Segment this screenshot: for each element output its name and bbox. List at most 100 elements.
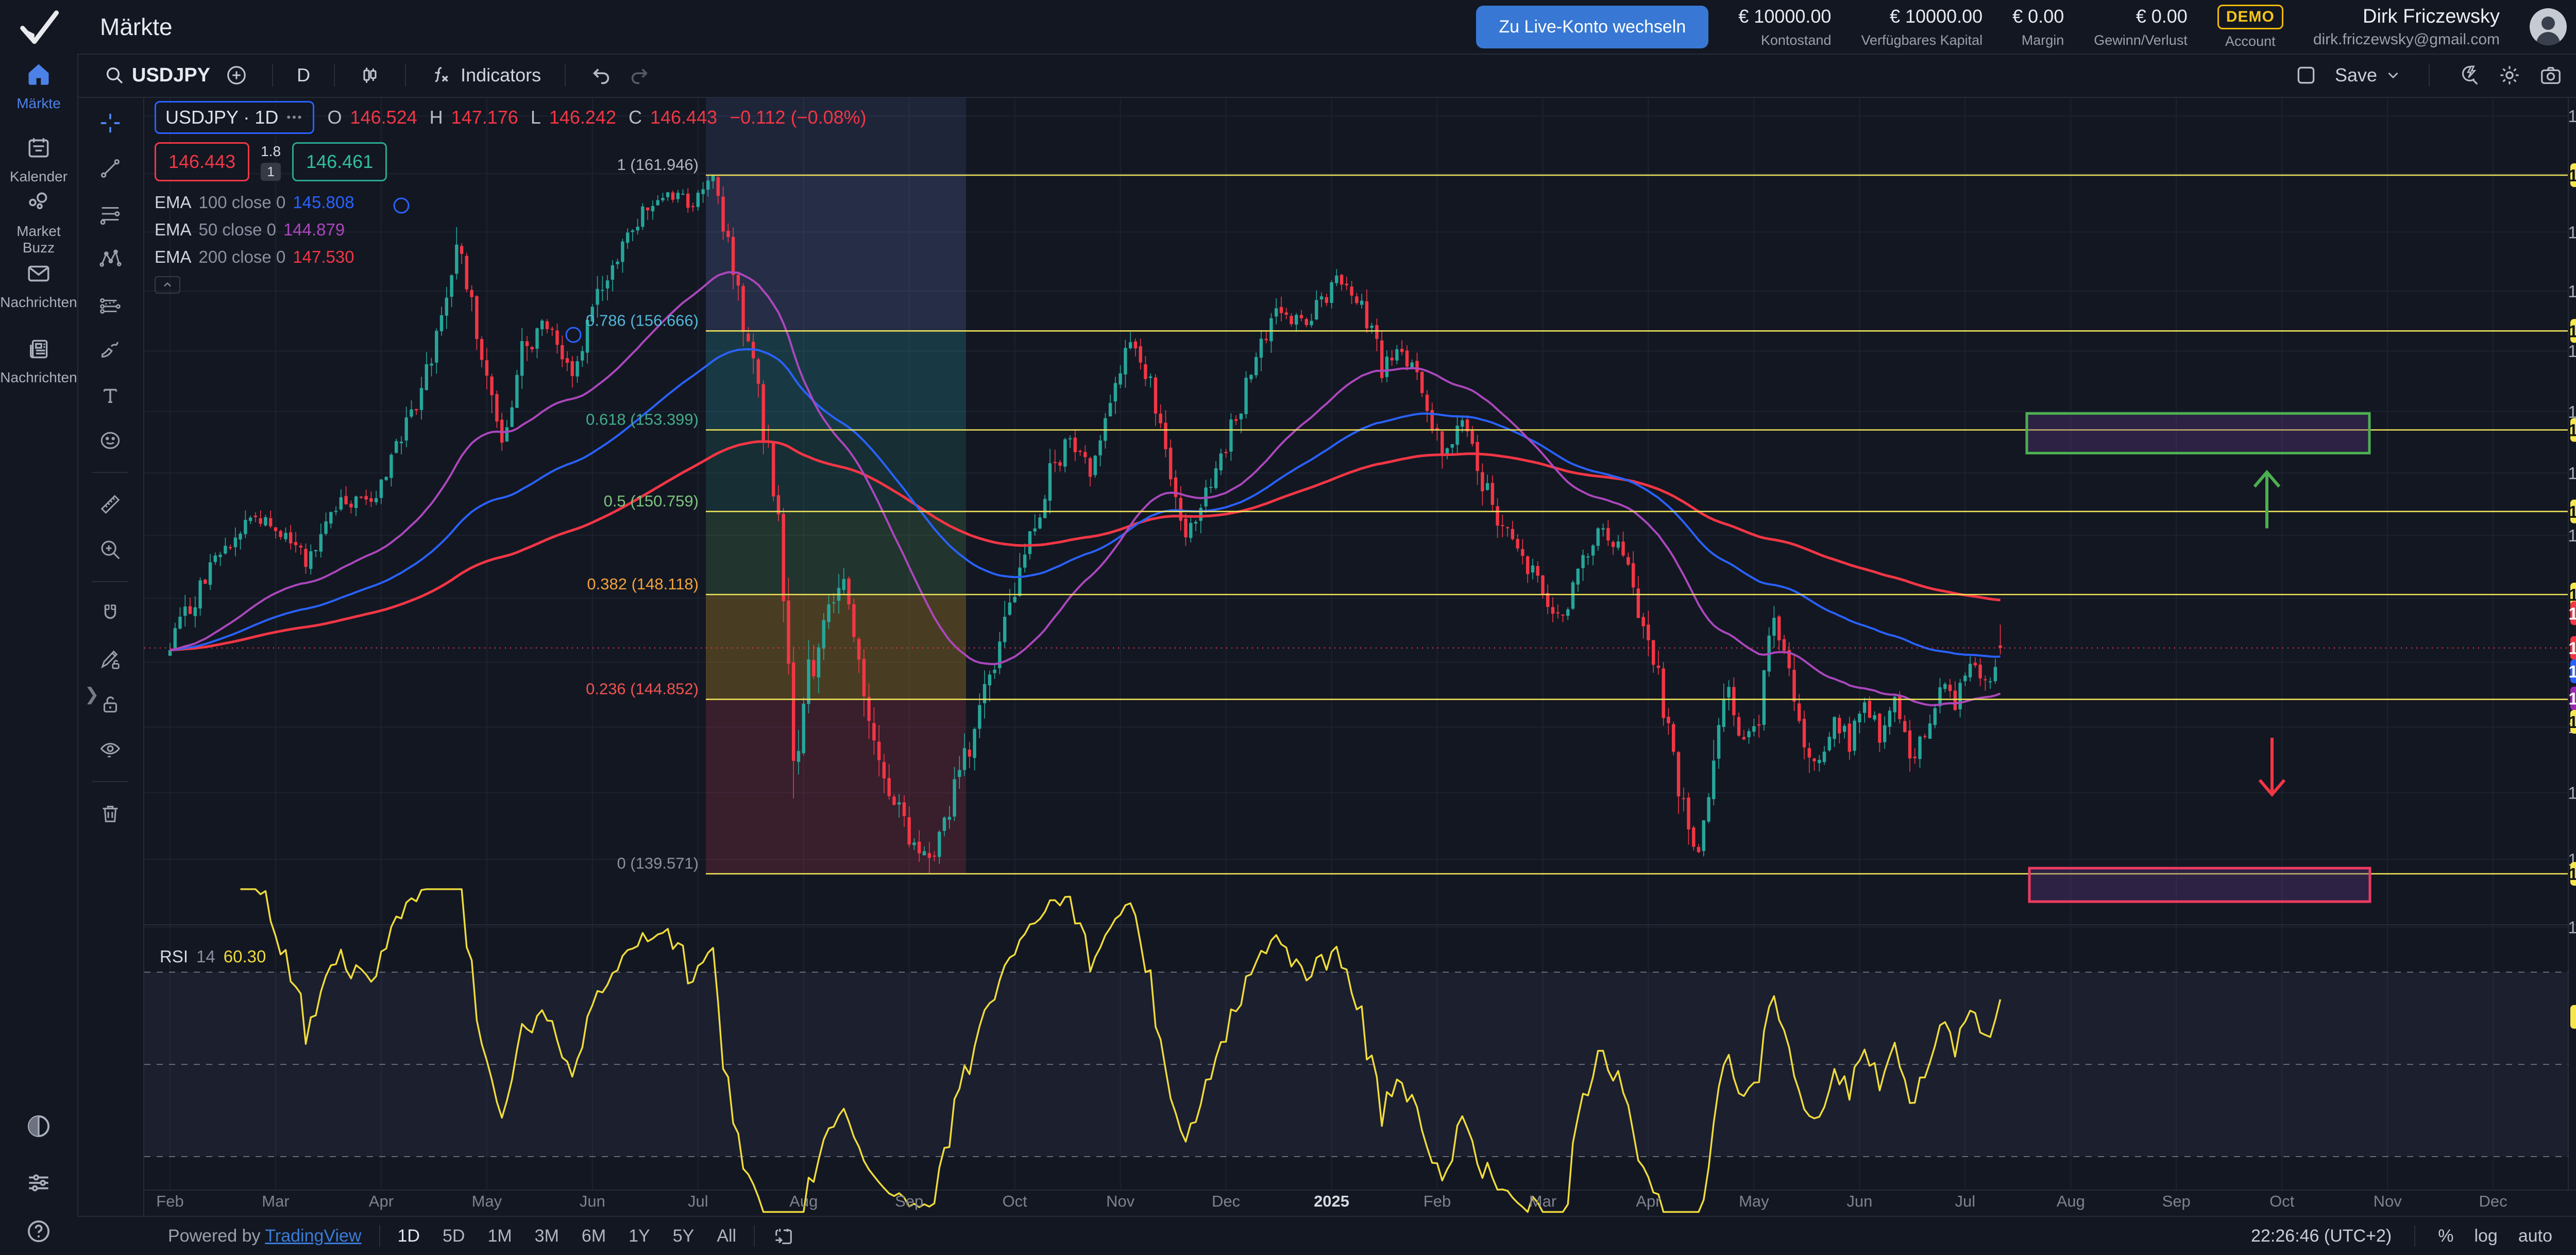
projection-tool-button[interactable] (94, 289, 126, 320)
indicators-label: Indicators (461, 64, 541, 86)
scale-button-%[interactable]: % (2438, 1226, 2453, 1246)
bolt-search-icon (2456, 63, 2480, 87)
brand-logo[interactable] (0, 0, 77, 54)
quantity-field[interactable]: 1 (261, 163, 280, 181)
toolbar-divider (92, 781, 128, 782)
sidebar-item-nachrichten-news[interactable]: Nachrichten (0, 336, 77, 386)
screenshot-button[interactable] (2539, 63, 2563, 87)
price-badges: 161.946156.666153.399150.759148.118147.5… (2568, 163, 2576, 886)
preferences-button[interactable] (0, 1168, 77, 1200)
toolbar-divider (379, 1225, 380, 1247)
sidebar-item-kalender[interactable]: Kalender (0, 135, 77, 185)
ema-params: 50 close 0 (199, 220, 276, 240)
crosshair-icon (98, 111, 122, 135)
sidebar-item-market-buzz[interactable]: Market Buzz (0, 190, 77, 256)
target-box-up (2027, 414, 2369, 453)
chart-area[interactable]: 1 (161.946)0.786 (156.666)0.618 (153.399… (144, 98, 2576, 1216)
range-button-5y[interactable]: 5Y (673, 1226, 694, 1246)
fib-retracement-tool-button[interactable] (94, 198, 126, 230)
trash-icon (98, 802, 122, 825)
svg-text:Apr: Apr (369, 1192, 394, 1210)
redo-button[interactable] (628, 63, 651, 87)
clock-timezone[interactable]: 22:26:46 (UTC+2) (2251, 1226, 2392, 1246)
interval-button[interactable]: D (297, 64, 310, 86)
range-button-all[interactable]: All (717, 1226, 736, 1246)
more-options-icon[interactable]: ••• (286, 111, 303, 124)
crosshair-tool-button[interactable] (94, 107, 126, 139)
layout-button[interactable] (2295, 64, 2317, 87)
legend-symbol-button[interactable]: USDJPY · 1D ••• (155, 101, 314, 134)
sidebar-item-maerkte[interactable]: Märkte (0, 61, 77, 112)
range-button-6m[interactable]: 6M (582, 1226, 606, 1246)
magnet-icon (98, 602, 122, 625)
text-tool-button[interactable] (94, 379, 126, 411)
scale-button-auto[interactable]: auto (2518, 1226, 2552, 1246)
powered-prefix: Powered by (168, 1226, 261, 1246)
bottom-toolbar: Powered by TradingView 1D 5D 1M 3M 6M 1Y 5Y All… (77, 1216, 2576, 1255)
margin-value: € 0.00 (2012, 6, 2064, 27)
emoji-tool-button[interactable] (94, 425, 126, 456)
symbol-label: USDJPY (132, 64, 210, 87)
svg-text:0.618 (153.399): 0.618 (153.399) (586, 411, 699, 429)
sell-button[interactable]: 146.443 (155, 142, 249, 181)
rsi-period: 14 (196, 947, 215, 966)
chart-toolbar: USDJPY D Indicators (77, 54, 2576, 98)
ema-legend-row[interactable]: EMA 50 close 0 144.879 (155, 220, 867, 240)
plus-circle-icon (225, 63, 248, 87)
indicators-button[interactable]: Indicators (430, 63, 541, 87)
svg-text:158.000: 158.000 (2568, 282, 2576, 301)
range-button-5d[interactable]: 5D (443, 1226, 465, 1246)
drawing-mode-button[interactable] (94, 643, 126, 675)
ema-legend-row[interactable]: EMA 200 close 0 147.530 (155, 247, 867, 267)
magnet-mode-button[interactable] (94, 598, 126, 630)
range-button-1d[interactable]: 1D (398, 1226, 420, 1246)
svg-text:Sep: Sep (895, 1192, 923, 1210)
profit-loss: € 0.00 Gewinn/Verlust (2094, 6, 2188, 48)
quick-search-button[interactable] (2456, 63, 2480, 87)
buy-button[interactable]: 146.461 (292, 142, 387, 181)
range-button-1y[interactable]: 1Y (629, 1226, 650, 1246)
svg-text:150.000: 150.000 (2568, 526, 2576, 545)
settings-button[interactable] (2498, 63, 2521, 87)
ohlc-value: 147.176 (451, 107, 518, 128)
theme-toggle-button[interactable] (0, 1112, 77, 1143)
remove-drawings-button[interactable] (94, 798, 126, 829)
trendline-tool-button[interactable] (94, 152, 126, 184)
goto-date-button[interactable] (772, 1225, 795, 1247)
sidebar-item-nachrichten-mail[interactable]: Nachrichten (0, 261, 77, 311)
capital-label: Verfügbares Kapital (1861, 32, 1982, 48)
account-balance: € 10000.00 Kontostand (1738, 6, 1831, 48)
svg-text:146.443: 146.443 (2568, 639, 2576, 658)
pnl-value: € 0.00 (2136, 6, 2188, 27)
pnl-label: Gewinn/Verlust (2094, 32, 2188, 48)
help-button[interactable] (0, 1217, 77, 1248)
price-change: −0.112 (−0.08%) (730, 107, 867, 128)
save-button[interactable]: Save (2335, 64, 2402, 86)
xabcd-pattern-icon (98, 247, 122, 271)
switch-to-live-account-button[interactable]: Zu Live-Konto wechseln (1476, 6, 1708, 48)
ema-legend-row[interactable]: EMA 100 close 0 145.808 (155, 193, 867, 212)
ruler-icon (98, 493, 122, 516)
measure-tool-button[interactable] (94, 488, 126, 520)
candlestick-icon (359, 64, 381, 87)
compare-add-button[interactable] (225, 63, 248, 87)
legend-collapse-button[interactable] (155, 276, 180, 294)
panel-collapse-chevron[interactable]: ❯ (84, 684, 99, 705)
search-icon (104, 65, 125, 86)
undo-button[interactable] (589, 63, 613, 87)
svg-text:Dec: Dec (2479, 1192, 2507, 1210)
tradingview-link[interactable]: TradingView (265, 1226, 361, 1246)
chart-style-button[interactable] (359, 64, 381, 87)
hide-drawings-button[interactable] (94, 734, 126, 766)
scale-button-log[interactable]: log (2474, 1226, 2497, 1246)
zoom-in-tool-button[interactable] (94, 534, 126, 566)
avatar[interactable] (2530, 8, 2567, 45)
brush-tool-button[interactable] (94, 334, 126, 366)
ema-params: 100 close 0 (199, 193, 286, 212)
pattern-tool-button[interactable] (94, 243, 126, 275)
range-button-1m[interactable]: 1M (487, 1226, 512, 1246)
range-button-3m[interactable]: 3M (535, 1226, 559, 1246)
rsi-title: RSI (160, 947, 188, 966)
symbol-search-button[interactable]: USDJPY (104, 64, 210, 87)
user-info: Dirk Friczewsky dirk.friczewsky@gmail.co… (2313, 6, 2500, 48)
